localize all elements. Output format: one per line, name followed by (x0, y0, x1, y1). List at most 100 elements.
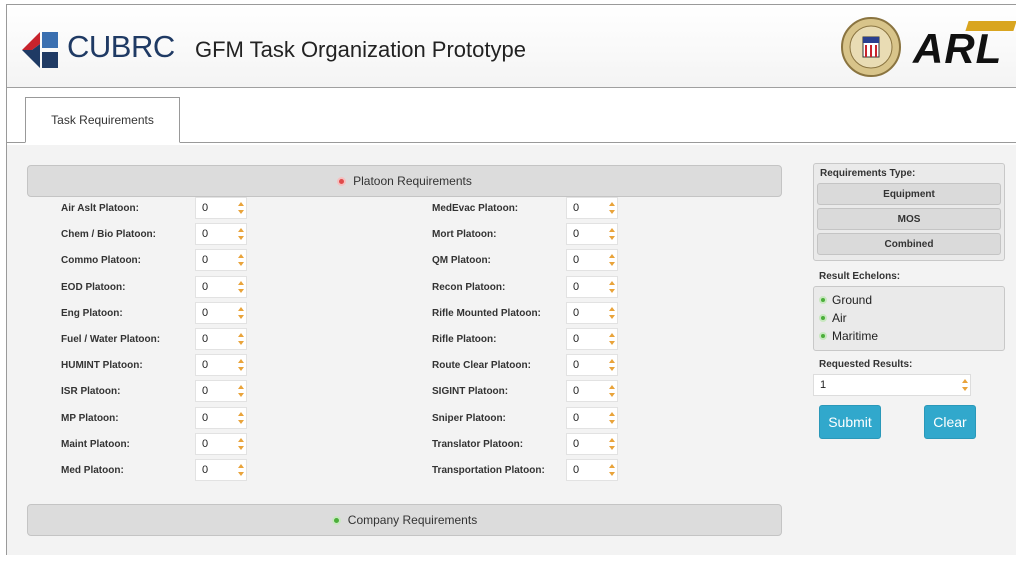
stepper-arrows-icon[interactable] (237, 383, 245, 401)
platoon-count-stepper[interactable]: 0 (195, 432, 247, 455)
app-header: CUBRC GFM Task Organization Prototype AR… (7, 5, 1016, 88)
platoon-row: Commo Platoon: 0 (61, 249, 255, 273)
platoon-count-value: 0 (202, 254, 209, 267)
echelon-air[interactable]: Air (814, 309, 1004, 327)
platoon-count-value: 0 (573, 437, 580, 450)
platoon-count-value: 0 (573, 228, 580, 241)
stepper-arrows-icon[interactable] (608, 436, 616, 454)
stepper-arrows-icon[interactable] (961, 377, 969, 395)
platoon-count-stepper[interactable]: 0 (566, 432, 618, 455)
stepper-arrows-icon[interactable] (608, 252, 616, 270)
checked-circle-icon (819, 314, 827, 322)
platoon-count-stepper[interactable]: 0 (195, 328, 247, 350)
platoon-count-stepper[interactable]: 0 (566, 354, 618, 377)
platoon-count-stepper[interactable]: 0 (195, 197, 247, 219)
platoon-count-stepper[interactable]: 0 (195, 354, 247, 377)
echelon-maritime[interactable]: Maritime (814, 327, 1004, 345)
platoon-label: MedEvac Platoon: (432, 203, 519, 214)
stepper-arrows-icon[interactable] (237, 436, 245, 454)
platoon-row: Fuel / Water Platoon: 0 (61, 328, 255, 352)
platoon-row: QM Platoon: 0 (432, 249, 626, 273)
requested-results-value: 1 (820, 379, 827, 391)
result-echelons-title: Result Echelons: (819, 271, 901, 282)
stepper-arrows-icon[interactable] (237, 357, 245, 375)
stepper-arrows-icon[interactable] (237, 279, 245, 297)
requirements-type-combined-button[interactable]: Combined (817, 233, 1001, 255)
app-window: CUBRC GFM Task Organization Prototype AR… (6, 4, 1016, 555)
joint-seal-icon (841, 17, 901, 77)
platoon-count-value: 0 (573, 359, 580, 372)
platoon-count-stepper[interactable]: 0 (566, 223, 618, 246)
stepper-arrows-icon[interactable] (237, 200, 245, 218)
platoon-count-value: 0 (202, 385, 209, 398)
clear-button[interactable]: Clear (924, 405, 976, 439)
platoon-count-value: 0 (202, 306, 209, 319)
platoon-count-value: 0 (573, 464, 580, 476)
platoon-count-stepper[interactable]: 0 (195, 223, 247, 246)
checked-circle-icon (819, 296, 827, 304)
tab-task-requirements[interactable]: Task Requirements (25, 97, 180, 143)
app-title: GFM Task Organization Prototype (195, 37, 526, 62)
platoon-count-value: 0 (573, 385, 580, 398)
stepper-arrows-icon[interactable] (608, 383, 616, 401)
stepper-arrows-icon[interactable] (608, 226, 616, 244)
platoon-count-stepper[interactable]: 0 (566, 275, 618, 298)
stepper-arrows-icon[interactable] (608, 357, 616, 375)
platoon-requirements-header[interactable]: Platoon Requirements (27, 165, 782, 197)
platoon-count-stepper[interactable]: 0 (195, 301, 247, 324)
platoon-requirements-title: Platoon Requirements (353, 174, 472, 188)
platoon-count-stepper[interactable]: 0 (195, 275, 247, 298)
stepper-arrows-icon[interactable] (608, 279, 616, 297)
platoon-count-stepper[interactable]: 0 (195, 406, 247, 429)
platoon-label: EOD Platoon: (61, 281, 126, 293)
platoon-count-stepper[interactable]: 0 (195, 459, 247, 481)
company-requirements-header[interactable]: Company Requirements (27, 504, 782, 536)
platoon-row: EOD Platoon: 0 (61, 275, 255, 300)
platoon-count-value: 0 (202, 411, 209, 424)
platoon-label: Eng Platoon: (61, 307, 123, 319)
platoon-count-value: 0 (202, 437, 209, 450)
platoon-label: Recon Platoon: (432, 281, 506, 293)
requested-results-stepper[interactable]: 1 (813, 374, 971, 396)
platoon-label: Rifle Mounted Platoon: (432, 307, 541, 319)
platoon-count-value: 0 (202, 280, 209, 293)
platoon-count-stepper[interactable]: 0 (566, 301, 618, 324)
platoon-count-stepper[interactable]: 0 (566, 380, 618, 403)
stepper-arrows-icon[interactable] (237, 252, 245, 270)
stepper-arrows-icon[interactable] (237, 331, 245, 349)
stepper-arrows-icon[interactable] (608, 305, 616, 323)
stepper-arrows-icon[interactable] (608, 331, 616, 349)
requirements-type-title: Requirements Type: (820, 168, 916, 179)
stepper-arrows-icon[interactable] (237, 462, 245, 480)
platoon-row: HUMINT Platoon: 0 (61, 354, 255, 378)
platoon-requirements-panel: Air Aslt Platoon: 0 Chem / Bio Platoon: 0 Co… (27, 197, 782, 497)
platoon-count-stepper[interactable]: 0 (566, 249, 618, 272)
echelon-maritime-label: Maritime (832, 329, 879, 343)
platoon-count-value: 0 (202, 228, 209, 241)
echelon-ground[interactable]: Ground (814, 291, 1004, 309)
requirements-type-mos-button[interactable]: MOS (817, 208, 1001, 230)
platoon-row: Sniper Platoon: 0 (432, 406, 626, 431)
platoon-row: MedEvac Platoon: 0 (432, 197, 626, 221)
platoon-label: Route Clear Platoon: (432, 360, 531, 372)
platoon-count-stepper[interactable]: 0 (566, 328, 618, 350)
platoon-row: Translator Platoon: 0 (432, 432, 626, 457)
stepper-arrows-icon[interactable] (608, 462, 616, 480)
submit-button[interactable]: Submit (819, 405, 881, 439)
platoon-label: ISR Platoon: (61, 386, 121, 398)
requirements-type-equipment-button[interactable]: Equipment (817, 183, 1001, 205)
platoon-count-stepper[interactable]: 0 (566, 406, 618, 429)
platoon-count-stepper[interactable]: 0 (566, 197, 618, 219)
platoon-count-value: 0 (202, 464, 209, 476)
stepper-arrows-icon[interactable] (237, 410, 245, 428)
stepper-arrows-icon[interactable] (608, 410, 616, 428)
platoon-count-stepper[interactable]: 0 (195, 249, 247, 272)
platoon-count-stepper[interactable]: 0 (566, 459, 618, 481)
platoon-count-stepper[interactable]: 0 (195, 380, 247, 403)
platoon-label: MP Platoon: (61, 412, 119, 424)
stepper-arrows-icon[interactable] (608, 200, 616, 218)
stepper-arrows-icon[interactable] (237, 305, 245, 323)
stepper-arrows-icon[interactable] (237, 226, 245, 244)
cubrc-logo-icon (22, 32, 58, 68)
platoon-label: Rifle Platoon: (432, 334, 497, 345)
